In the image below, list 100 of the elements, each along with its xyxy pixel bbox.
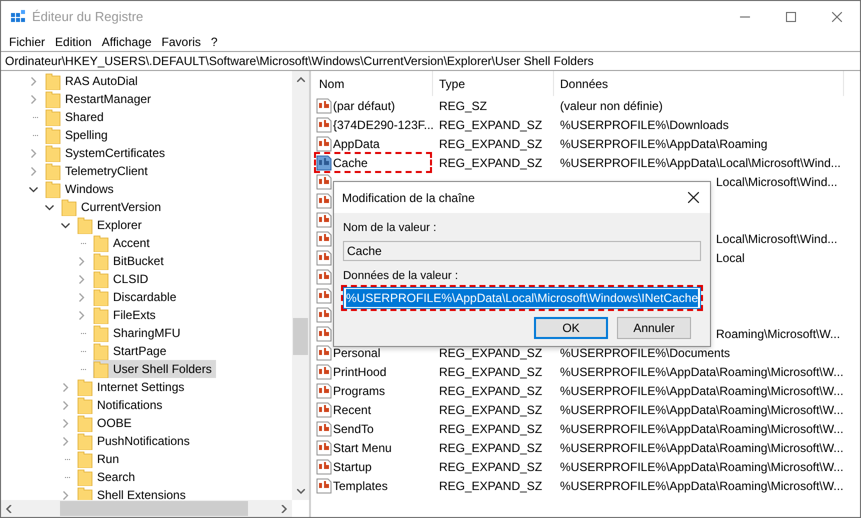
tree-item[interactable]: TelemetryClient bbox=[45, 162, 152, 180]
scroll-down-icon[interactable] bbox=[296, 489, 304, 494]
tree-item[interactable]: SystemCertificates bbox=[45, 144, 170, 162]
document-icon bbox=[316, 116, 332, 132]
horizontal-scrollbar[interactable] bbox=[1, 500, 292, 517]
tree-item[interactable]: RAS AutoDial bbox=[45, 72, 142, 90]
data-cell-text: Local\Microsoft\Wind... bbox=[716, 230, 838, 248]
name-cell[interactable]: Start Menu bbox=[316, 439, 430, 456]
value-name-field[interactable]: Cache bbox=[343, 241, 701, 261]
chevron-right-icon[interactable] bbox=[76, 310, 87, 320]
chevron-right-icon[interactable] bbox=[28, 76, 39, 86]
tree-item[interactable]: Internet Settings bbox=[77, 378, 188, 396]
chevron-right-icon[interactable] bbox=[28, 148, 39, 158]
tree-item[interactable]: FileExts bbox=[93, 306, 160, 324]
document-icon bbox=[316, 268, 332, 284]
column-header[interactable]: Nom bbox=[313, 71, 433, 96]
tree-item[interactable]: CurrentVersion bbox=[61, 198, 166, 216]
name-cell[interactable]: Startup bbox=[316, 458, 430, 475]
menu-item[interactable]: Favoris bbox=[156, 32, 206, 50]
chevron-right-icon[interactable] bbox=[76, 274, 87, 284]
window-title: Éditeur du Registre bbox=[32, 8, 144, 26]
vertical-scrollbar[interactable] bbox=[292, 71, 309, 500]
chevron-right-icon[interactable] bbox=[60, 418, 71, 428]
data-cell-text: %USERPROFILE%\AppData\Roaming\Microsoft\W... bbox=[559, 440, 844, 456]
type-cell-text: REG_EXPAND_SZ bbox=[438, 364, 544, 380]
document-icon bbox=[316, 98, 332, 114]
data-cell-text: %USERPROFILE%\AppData\Roaming\Microsoft\W... bbox=[559, 364, 844, 380]
name-cell[interactable]: (par défaut) bbox=[316, 97, 430, 114]
name-cell[interactable]: Personal bbox=[316, 344, 430, 361]
value-data-field[interactable]: %USERPROFILE%\AppData\Local\Microsoft\Windows\INetCache bbox=[343, 287, 701, 309]
column-header[interactable]: Données bbox=[554, 71, 844, 96]
name-cell[interactable]: Cache bbox=[316, 154, 430, 171]
folder-icon bbox=[61, 198, 77, 216]
name-cell[interactable]: Programs bbox=[316, 382, 430, 399]
type-cell-text: REG_EXPAND_SZ bbox=[438, 382, 544, 400]
folder-icon bbox=[45, 162, 61, 180]
tree-item[interactable]: RestartManager bbox=[45, 90, 156, 108]
data-cell-text: %USERPROFILE%\AppData\Roaming\Microsoft\W... bbox=[559, 382, 844, 400]
name-cell[interactable]: SendTo bbox=[316, 420, 430, 437]
document-icon bbox=[316, 212, 332, 228]
tree-item[interactable]: Explorer bbox=[77, 216, 146, 234]
chevron-right-icon[interactable] bbox=[76, 292, 87, 302]
tree-item[interactable]: OOBE bbox=[77, 414, 136, 432]
menu-item[interactable]: Affichage bbox=[96, 32, 157, 50]
name-cell[interactable]: Recent bbox=[316, 401, 430, 418]
data-cell-text: Roaming\Microsoft\W... bbox=[716, 326, 840, 342]
chevron-right-icon[interactable] bbox=[60, 400, 71, 410]
type-cell-text: REG_SZ bbox=[438, 98, 488, 114]
data-cell-text: %USERPROFILE%\Downloads bbox=[559, 116, 729, 134]
scroll-up-icon[interactable] bbox=[296, 77, 304, 82]
menu-item[interactable]: Fichier bbox=[4, 32, 50, 50]
tree-item[interactable]: Search bbox=[77, 468, 140, 486]
folder-icon bbox=[45, 180, 61, 198]
name-cell[interactable]: AppData bbox=[316, 135, 430, 152]
tree-item[interactable]: SharingMFU bbox=[93, 324, 184, 342]
data-cell-text: %USERPROFILE%\AppData\Roaming\Microsoft\W... bbox=[559, 402, 844, 418]
folder-icon bbox=[77, 378, 93, 396]
scrollbar-thumb[interactable] bbox=[293, 318, 308, 355]
folder-icon bbox=[93, 288, 109, 306]
tree-item[interactable]: StartPage bbox=[93, 342, 170, 360]
tree-item[interactable]: BitBucket bbox=[93, 252, 168, 270]
tree-item[interactable]: CLSID bbox=[93, 270, 152, 288]
dialog-button[interactable]: OK bbox=[534, 317, 608, 339]
name-cell[interactable]: Templates bbox=[316, 477, 430, 494]
chevron-right-icon[interactable] bbox=[28, 166, 39, 176]
document-icon bbox=[316, 344, 332, 360]
document-icon bbox=[316, 382, 332, 398]
scrollbar-thumb[interactable] bbox=[60, 501, 248, 516]
chevron-right-icon[interactable] bbox=[60, 436, 71, 446]
document-icon bbox=[316, 326, 332, 342]
tree-item[interactable]: Windows bbox=[45, 180, 118, 198]
data-cell-text: %USERPROFILE%\AppData\Roaming\Microsoft\W... bbox=[559, 420, 844, 438]
tree-item[interactable]: Notifications bbox=[77, 396, 166, 414]
tree-item[interactable]: Discardable bbox=[93, 288, 180, 306]
tree-item[interactable]: Shell Extensions bbox=[77, 486, 190, 500]
data-cell-text: %USERPROFILE%\Documents bbox=[559, 344, 730, 362]
document-icon bbox=[316, 478, 332, 494]
data-cell-text: %USERPROFILE%\AppData\Roaming\Microsoft\W... bbox=[559, 458, 844, 476]
type-cell-text: REG_EXPAND_SZ bbox=[438, 458, 544, 476]
chevron-right-icon[interactable] bbox=[60, 490, 71, 500]
dialog-button[interactable]: Annuler bbox=[617, 317, 691, 339]
column-header[interactable]: Type bbox=[433, 71, 554, 96]
menu-item[interactable]: ? bbox=[206, 32, 223, 50]
tree-item[interactable]: Shared bbox=[45, 108, 108, 126]
tree-item[interactable]: Spelling bbox=[45, 126, 112, 144]
tree-item[interactable]: PushNotifications bbox=[77, 432, 194, 450]
chevron-right-icon[interactable] bbox=[28, 94, 39, 104]
type-cell-text: REG_EXPAND_SZ bbox=[438, 440, 544, 456]
data-cell-text: %USERPROFILE%\AppData\Roaming\Microsoft\W... bbox=[559, 478, 844, 494]
document-icon bbox=[316, 154, 332, 170]
address-bar[interactable]: Ordinateur\HKEY_USERS\.DEFAULT\Software\Microsoft\Windows\CurrentVersion\Explorer\User Shell Folders bbox=[1, 51, 860, 71]
name-cell[interactable]: PrintHood bbox=[316, 363, 430, 380]
chevron-right-icon[interactable] bbox=[60, 382, 71, 392]
tree-item[interactable]: User Shell Folders bbox=[93, 360, 216, 378]
tree-item[interactable]: Accent bbox=[93, 234, 154, 252]
data-cell-text: Local\Microsoft\Wind... bbox=[716, 174, 838, 190]
menu-item[interactable]: Edition bbox=[50, 32, 97, 50]
chevron-right-icon[interactable] bbox=[76, 256, 87, 266]
tree-item[interactable]: Run bbox=[77, 450, 124, 468]
document-icon bbox=[316, 288, 332, 304]
